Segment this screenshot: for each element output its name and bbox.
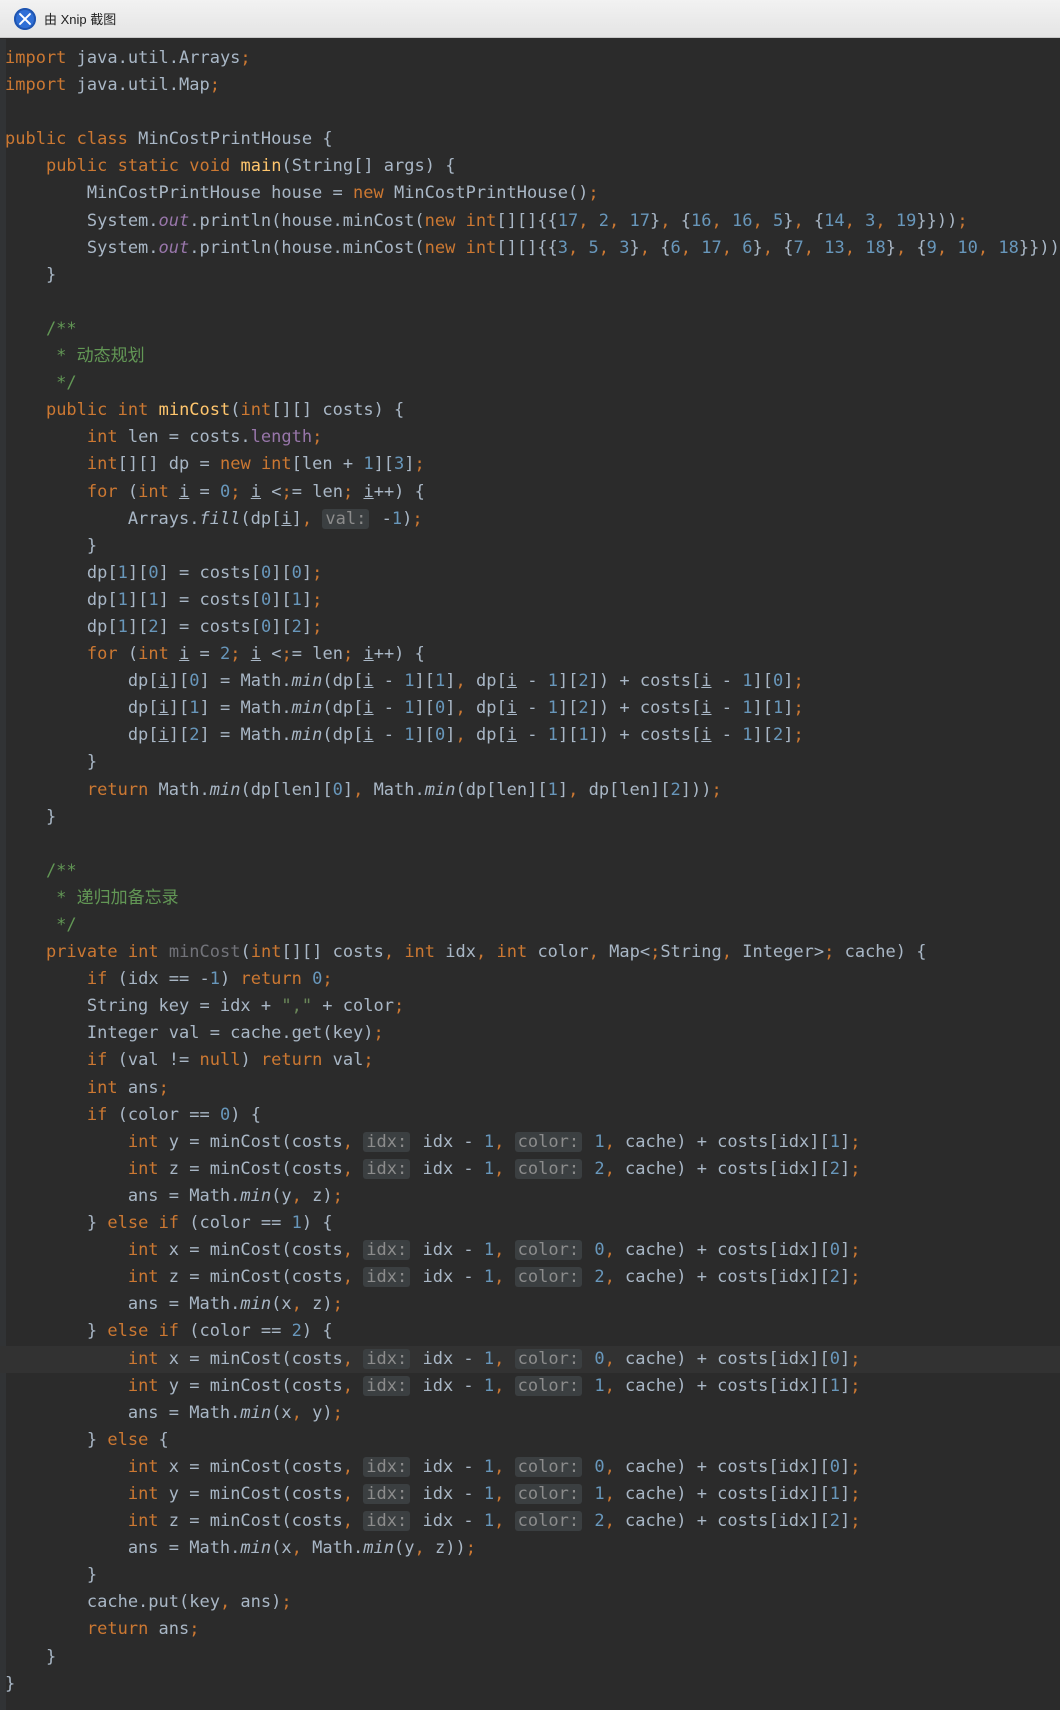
code-line[interactable]: } <box>0 804 1060 831</box>
code-line[interactable]: int x = minCost(costs, idx: idx - 1, col… <box>0 1345 1060 1373</box>
code-line[interactable]: dp[i][2] = Math.min(dp[i - 1][0], dp[i -… <box>0 722 1060 749</box>
code-line[interactable]: String key = idx + "," + color; <box>0 993 1060 1020</box>
xnip-app-icon <box>14 7 36 30</box>
code-area[interactable]: import java.util.Arrays; import java.util… <box>0 45 1060 1698</box>
fold-marker-icon[interactable] <box>0 406 4 415</box>
code-line[interactable]: */ <box>0 912 1060 939</box>
code-line[interactable]: if (idx == -1) return 0; <box>0 966 1060 993</box>
code-line[interactable]: ans = Math.min(x, z); <box>0 1291 1060 1318</box>
code-line[interactable]: for (int i = 0; i <;= len; i++) { <box>0 479 1060 506</box>
code-line[interactable]: int[][] dp = new int[len + 1][3]; <box>0 451 1060 478</box>
fold-marker-icon[interactable] <box>0 1680 4 1689</box>
code-line[interactable]: } <box>0 533 1060 560</box>
code-line[interactable]: int y = minCost(costs, idx: idx - 1, col… <box>0 1481 1060 1508</box>
code-line[interactable]: return Math.min(dp[len][0], Math.min(dp[… <box>0 777 1060 804</box>
code-line[interactable]: dp[i][1] = Math.min(dp[i - 1][0], dp[i -… <box>0 695 1060 722</box>
code-line[interactable]: } else if (color == 2) { <box>0 1318 1060 1345</box>
code-line[interactable]: int x = minCost(costs, idx: idx - 1, col… <box>0 1237 1060 1264</box>
code-line[interactable]: /** <box>0 316 1060 343</box>
code-line[interactable]: ans = Math.min(x, y); <box>0 1400 1060 1427</box>
code-line[interactable]: * 动态规划 <box>0 343 1060 370</box>
code-line[interactable]: for (int i = 2; i <;= len; i++) { <box>0 641 1060 668</box>
code-line[interactable]: int z = minCost(costs, idx: idx - 1, col… <box>0 1508 1060 1535</box>
code-line[interactable]: } <box>0 749 1060 776</box>
code-line[interactable]: Integer val = cache.get(key); <box>0 1020 1060 1047</box>
code-line[interactable]: int ans; <box>0 1075 1060 1102</box>
fold-marker-icon[interactable] <box>0 813 4 822</box>
code-line[interactable]: dp[i][0] = Math.min(dp[i - 1][1], dp[i -… <box>0 668 1060 695</box>
fold-marker-icon[interactable] <box>0 1653 4 1662</box>
fold-marker-icon[interactable] <box>0 1436 4 1445</box>
code-line[interactable] <box>0 831 1060 858</box>
code-line[interactable]: public static void main(String[] args) { <box>0 153 1060 180</box>
fold-marker-icon[interactable] <box>0 325 4 334</box>
code-line[interactable]: } else { <box>0 1427 1060 1454</box>
code-line[interactable]: dp[1][1] = costs[0][1]; <box>0 587 1060 614</box>
fold-marker-icon[interactable] <box>0 271 4 280</box>
code-line[interactable]: public class MinCostPrintHouse { <box>0 126 1060 153</box>
code-line[interactable]: } else if (color == 1) { <box>0 1210 1060 1237</box>
code-line[interactable]: dp[1][0] = costs[0][0]; <box>0 560 1060 587</box>
code-line[interactable]: int z = minCost(costs, idx: idx - 1, col… <box>0 1264 1060 1291</box>
code-line[interactable]: import java.util.Arrays; <box>0 45 1060 72</box>
code-line[interactable]: } <box>0 1671 1060 1698</box>
window-titlebar: 由 Xnip 截图 <box>0 0 1060 38</box>
fold-marker-icon[interactable] <box>0 379 4 388</box>
fold-marker-icon[interactable] <box>0 650 4 659</box>
code-line[interactable]: * 递归加备忘录 <box>0 885 1060 912</box>
code-line[interactable]: } <box>0 1562 1060 1589</box>
code-line[interactable]: dp[1][2] = costs[0][2]; <box>0 614 1060 641</box>
code-line[interactable]: ans = Math.min(y, z); <box>0 1183 1060 1210</box>
code-line[interactable] <box>0 289 1060 316</box>
fold-marker-icon[interactable] <box>0 867 4 876</box>
code-line[interactable]: int z = minCost(costs, idx: idx - 1, col… <box>0 1156 1060 1183</box>
window-title: 由 Xnip 截图 <box>44 12 117 27</box>
code-line[interactable]: Arrays.fill(dp[i], val: -1); <box>0 506 1060 533</box>
code-line[interactable]: private int minCost(int[][] costs, int i… <box>0 939 1060 966</box>
code-line[interactable]: ans = Math.min(x, Math.min(y, z)); <box>0 1535 1060 1562</box>
code-line[interactable]: import java.util.Map; <box>0 72 1060 99</box>
code-line[interactable] <box>0 99 1060 126</box>
code-line[interactable]: */ <box>0 370 1060 397</box>
code-line[interactable]: /** <box>0 858 1060 885</box>
fold-marker-icon[interactable] <box>0 948 4 957</box>
code-line[interactable]: int len = costs.length; <box>0 424 1060 451</box>
fold-marker-icon[interactable] <box>0 1192 4 1201</box>
code-line[interactable]: return ans; <box>0 1616 1060 1643</box>
code-line[interactable]: int y = minCost(costs, idx: idx - 1, col… <box>0 1373 1060 1400</box>
fold-marker-icon[interactable] <box>0 1111 4 1120</box>
code-line[interactable]: cache.put(key, ans); <box>0 1589 1060 1616</box>
code-line[interactable]: int y = minCost(costs, idx: idx - 1, col… <box>0 1129 1060 1156</box>
code-line[interactable]: System.out.println(house.minCost(new int… <box>0 208 1060 235</box>
fold-marker-icon[interactable] <box>0 488 4 497</box>
code-line[interactable]: public int minCost(int[][] costs) { <box>0 397 1060 424</box>
code-line[interactable]: MinCostPrintHouse house = new MinCostPri… <box>0 180 1060 207</box>
fold-marker-icon[interactable] <box>0 1273 4 1282</box>
fold-marker-icon[interactable] <box>0 921 4 930</box>
code-line[interactable]: System.out.println(house.minCost(new int… <box>0 235 1060 262</box>
code-line[interactable]: } <box>0 1644 1060 1671</box>
code-line[interactable]: int x = minCost(costs, idx: idx - 1, col… <box>0 1454 1060 1481</box>
fold-marker-icon[interactable] <box>0 1571 4 1580</box>
fold-marker-icon[interactable] <box>0 1355 4 1364</box>
code-line[interactable]: } <box>0 262 1060 289</box>
fold-marker-icon[interactable] <box>0 162 4 171</box>
code-line[interactable]: if (color == 0) { <box>0 1102 1060 1129</box>
code-editor[interactable]: import java.util.Arrays; import java.util… <box>0 39 1060 1710</box>
fold-marker-icon[interactable] <box>0 758 4 767</box>
fold-marker-icon[interactable] <box>0 542 4 551</box>
code-line[interactable]: if (val != null) return val; <box>0 1047 1060 1074</box>
